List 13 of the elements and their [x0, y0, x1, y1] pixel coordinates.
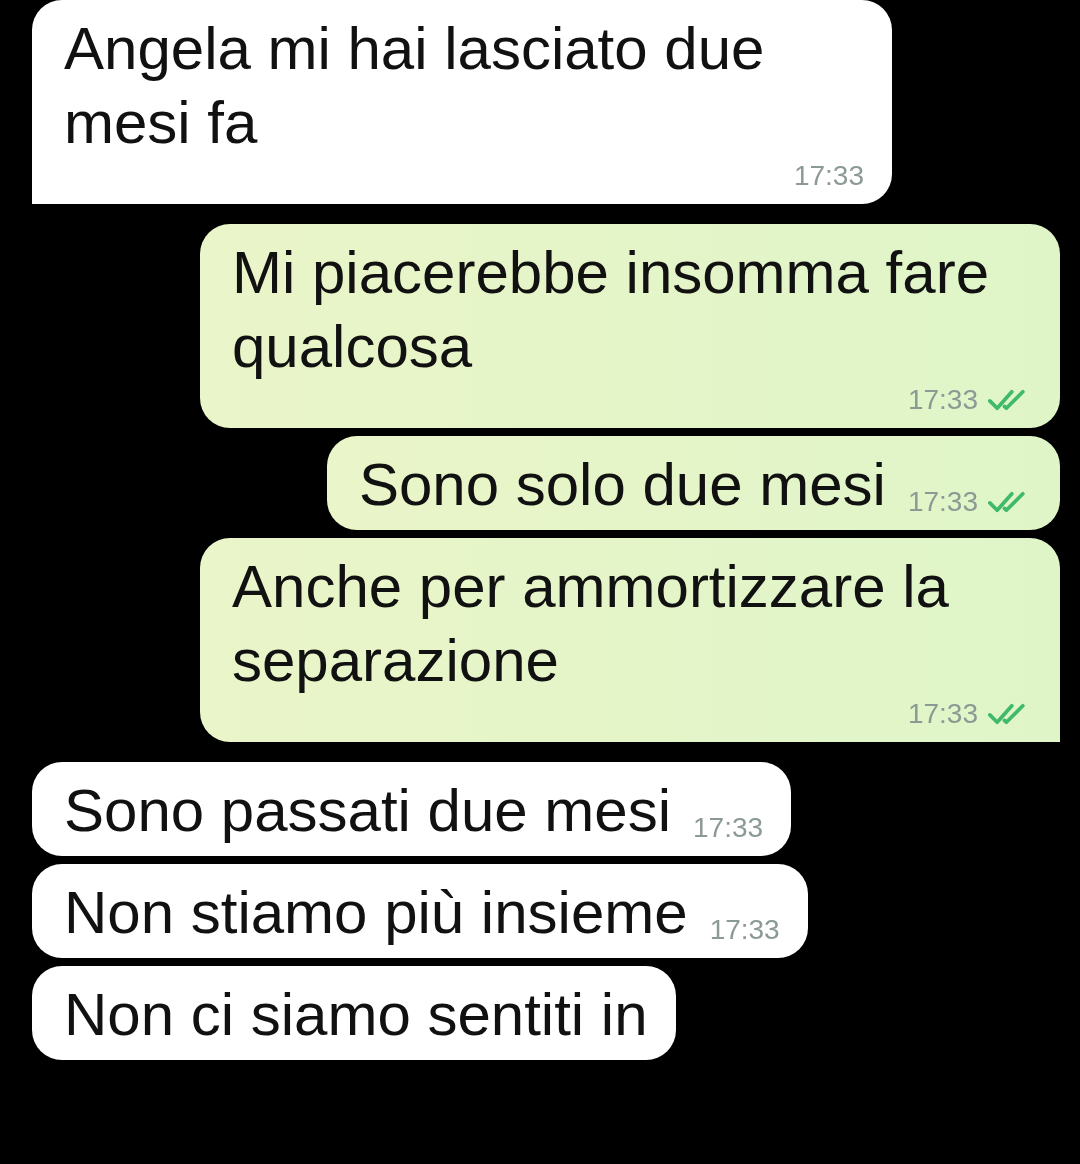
timestamp: 17:33: [907, 384, 978, 416]
timestamp: 17:33: [907, 486, 978, 518]
message-text: Sono passati due mesi: [64, 776, 672, 846]
timestamp: 17:33: [693, 812, 764, 844]
message-text: Non stiamo più insieme: [64, 878, 688, 948]
timestamp: 17:33: [907, 698, 978, 730]
message-text: Angela mi hai lasciato due mesi fa: [64, 14, 766, 158]
timestamp: 17:33: [709, 914, 780, 946]
timestamp: 17:33: [793, 160, 864, 192]
message-text: Mi piacerebbe insomma fare qualcosa: [232, 238, 990, 382]
message-text: Anche per ammortizzare la separazione: [232, 552, 950, 696]
message-text: Non ci siamo sentiti in: [64, 980, 648, 1050]
message-text: Sono solo due mesi: [358, 450, 886, 520]
